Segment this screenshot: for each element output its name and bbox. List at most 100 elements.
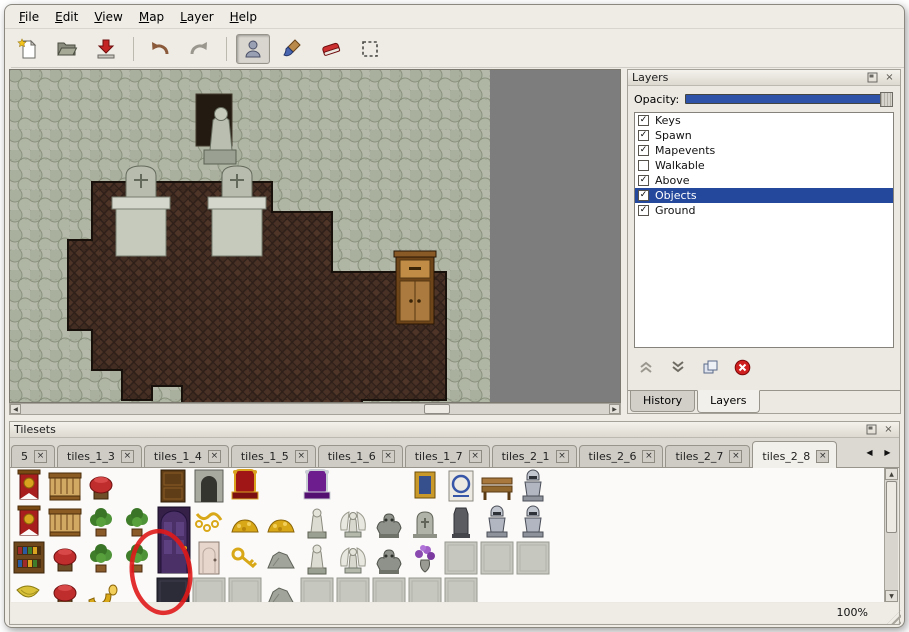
tab-scroll-left-button[interactable]: ◀ [862,446,877,461]
tileset-tab[interactable]: tiles_1_6 × [318,445,403,467]
tile[interactable] [409,578,441,602]
tile[interactable] [377,550,401,574]
tile[interactable] [413,512,437,538]
tab-history[interactable]: History [630,391,695,412]
tileset-tab[interactable]: tiles_1_5 × [231,445,316,467]
tile[interactable] [229,578,261,602]
layer-visibility-checkbox[interactable]: ✓ [638,115,649,126]
tab-close-icon[interactable]: × [729,450,742,463]
tab-close-icon[interactable]: × [816,450,829,463]
scroll-left-stepper[interactable]: ◀ [10,404,21,414]
redo-button[interactable] [182,34,216,64]
tile[interactable] [90,477,112,499]
tileset-tab[interactable]: tiles_2_7 × [665,445,750,467]
tab-close-icon[interactable]: × [121,450,134,463]
tile[interactable] [54,549,76,571]
tab-layers[interactable]: Layers [697,390,759,413]
tile[interactable] [481,542,513,574]
tile[interactable] [373,578,405,602]
close-panel-icon[interactable]: × [882,423,895,436]
tileset-tab[interactable]: 5 × [11,445,55,467]
eraser-tool-button[interactable] [314,34,348,64]
tile[interactable] [90,544,112,572]
layer-visibility-checkbox[interactable]: ✓ [638,175,649,186]
layer-row[interactable]: ✓ Above [635,173,893,188]
menu-file[interactable]: File [11,7,47,27]
tile[interactable] [233,549,256,567]
layer-visibility-checkbox[interactable]: ✓ [638,190,649,201]
tile[interactable] [452,508,470,538]
tile[interactable] [301,578,333,602]
select-tool-button[interactable] [353,34,387,64]
opacity-slider[interactable] [685,94,892,104]
tile[interactable] [487,506,507,537]
float-panel-icon[interactable] [866,71,879,84]
close-panel-icon[interactable]: × [883,71,896,84]
layer-row[interactable]: ✓ Mapevents [635,143,893,158]
tile[interactable] [17,586,39,597]
tile[interactable] [196,514,221,531]
tab-scroll-right-button[interactable]: ▶ [880,446,895,461]
tile[interactable] [482,478,512,500]
tile[interactable] [445,542,477,574]
duplicate-layer-button[interactable] [698,356,722,378]
menu-edit[interactable]: Edit [47,7,86,27]
tile[interactable] [18,506,40,535]
layer-visibility-checkbox[interactable]: ✓ [638,130,649,141]
tile[interactable] [377,514,401,538]
tile[interactable] [89,585,117,602]
opacity-slider-handle[interactable] [880,92,893,107]
tab-close-icon[interactable]: × [34,450,47,463]
tileset-tab[interactable]: tiles_1_3 × [57,445,142,467]
tileset-vertical-scrollbar[interactable]: ▲ ▼ [884,468,898,602]
tile[interactable] [14,542,44,573]
scroll-down-stepper[interactable]: ▼ [885,590,898,602]
layer-visibility-checkbox[interactable]: ✓ [638,145,649,156]
tab-close-icon[interactable]: × [208,450,221,463]
tileset-tab[interactable]: tiles_1_7 × [405,445,490,467]
tile[interactable] [337,578,369,602]
menu-map[interactable]: Map [131,7,172,27]
scrollbar-thumb[interactable] [886,481,897,533]
tileset-tab-active[interactable]: tiles_2_8 × [752,441,837,468]
tile[interactable] [54,585,76,602]
tile[interactable] [49,509,81,536]
tileset-tab[interactable]: tiles_1_4 × [144,445,229,467]
menu-help[interactable]: Help [222,7,265,27]
open-button[interactable] [50,34,84,64]
tile[interactable] [523,470,543,501]
move-layer-down-button[interactable] [666,356,690,378]
tile[interactable] [126,544,148,572]
layer-row[interactable]: ✓ Ground [635,203,893,218]
layer-row[interactable]: Walkable [635,158,893,173]
tile[interactable] [90,508,112,536]
layer-visibility-checkbox[interactable]: ✓ [638,205,649,216]
tile[interactable] [157,578,189,602]
tileset-tab[interactable]: tiles_2_1 × [492,445,577,467]
undo-button[interactable] [143,34,177,64]
tile[interactable] [449,471,473,501]
tile[interactable] [126,508,148,536]
tile[interactable] [18,470,40,499]
layer-visibility-checkbox[interactable] [638,160,649,171]
tile[interactable] [517,542,549,574]
tab-close-icon[interactable]: × [469,450,482,463]
tile[interactable] [193,578,225,602]
tile[interactable] [415,472,435,498]
tile[interactable] [49,473,81,500]
tile-purple-door[interactable] [158,507,190,573]
tab-close-icon[interactable]: × [556,450,569,463]
tile[interactable] [341,512,366,537]
scroll-right-stepper[interactable]: ▶ [609,404,620,414]
scrollbar-thumb[interactable] [424,404,450,414]
delete-layer-button[interactable] [730,356,754,378]
tile[interactable] [195,470,223,502]
tile[interactable] [341,548,366,573]
menu-view[interactable]: View [86,7,130,27]
layer-row[interactable]: ✓ Keys [635,113,893,128]
tab-close-icon[interactable]: × [642,450,655,463]
tile[interactable] [304,470,330,499]
tile[interactable] [199,542,219,574]
scroll-up-stepper[interactable]: ▲ [885,468,898,480]
tile[interactable] [232,520,258,532]
